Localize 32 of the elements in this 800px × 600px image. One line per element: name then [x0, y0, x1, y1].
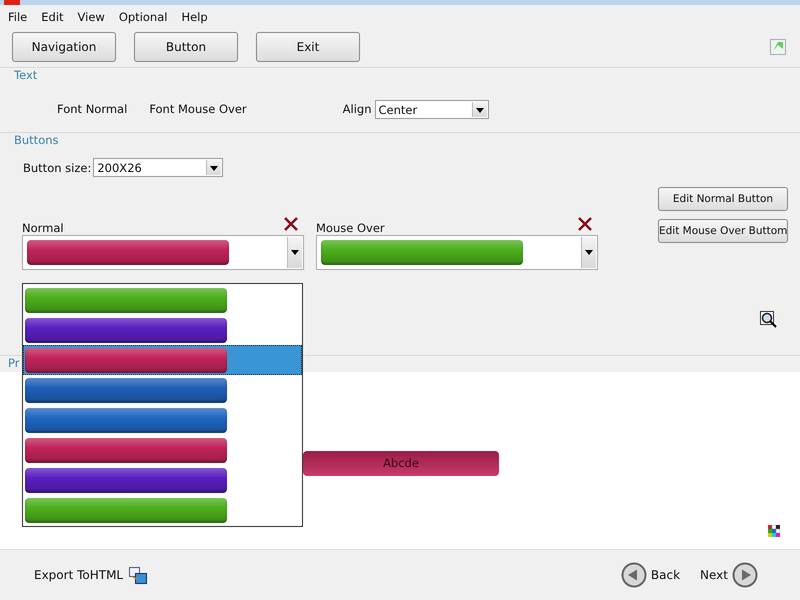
toolbar-button[interactable]: Exit [256, 32, 360, 62]
magnifier-icon[interactable] [760, 311, 777, 328]
normal-label: Normal [22, 221, 64, 235]
button-size-label: Button size: [23, 160, 92, 174]
menu-item[interactable]: View [78, 10, 105, 24]
group-title: Text [13, 68, 38, 82]
normal-style-dropdown[interactable] [22, 235, 304, 270]
menu-item[interactable]: Optional [118, 10, 168, 24]
group-title: Pr [7, 356, 20, 370]
group-title: Buttons [13, 133, 60, 147]
button-size-dropdown[interactable]: 200X26 [93, 158, 224, 177]
delete-icon[interactable] [284, 217, 298, 231]
app-icon [4, 0, 20, 5]
edit-button[interactable]: Edit Normal Button [658, 187, 788, 211]
mouse-over-style-dropdown[interactable] [316, 235, 598, 270]
menu-item[interactable]: File [8, 10, 28, 24]
next-button[interactable]: Next [700, 562, 758, 588]
menu-item[interactable]: Edit [41, 10, 64, 24]
palette-icon[interactable] [768, 525, 780, 537]
delete-icon[interactable] [578, 217, 592, 231]
align-label: Align [342, 102, 372, 116]
toolbar-button[interactable]: Navigation [12, 32, 116, 62]
back-button[interactable]: Back [620, 562, 680, 588]
toolbar-button[interactable]: Button [134, 32, 238, 62]
export-link[interactable]: Export ToHTML [34, 568, 124, 582]
menu-item[interactable]: Help [181, 10, 208, 24]
export-icon[interactable] [129, 566, 148, 584]
font-normal-label[interactable]: Font Normal [57, 102, 128, 116]
edit-button[interactable]: Edit Mouse Over Buttom [658, 219, 788, 243]
font-mouse-over-label[interactable]: Font Mouse Over [149, 102, 247, 116]
align-dropdown[interactable]: Center [374, 100, 488, 118]
mouse-over-label: Mouse Over [316, 221, 385, 235]
